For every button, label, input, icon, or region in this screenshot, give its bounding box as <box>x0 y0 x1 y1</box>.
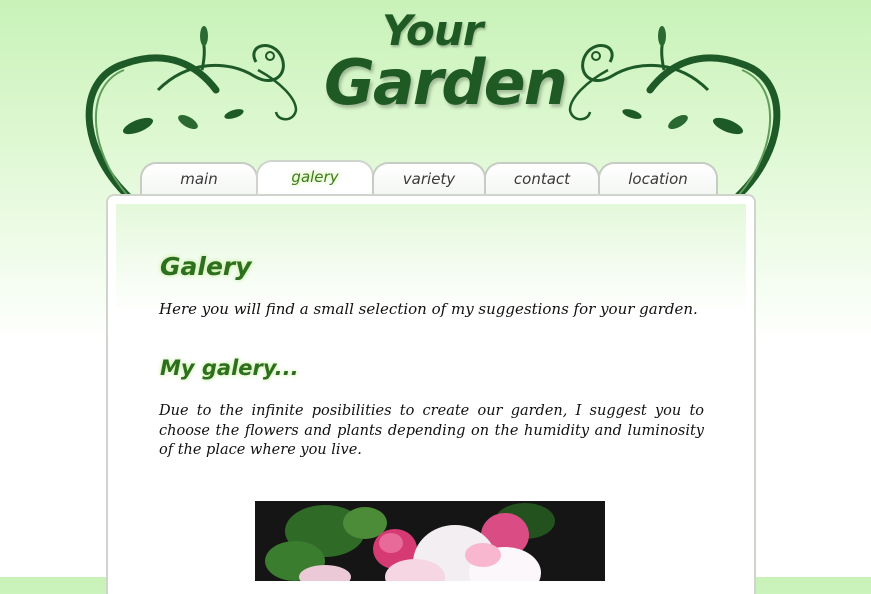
tab-main[interactable]: main <box>140 162 258 196</box>
tab-location[interactable]: location <box>598 162 718 196</box>
gallery-photo-apple-blossom[interactable] <box>255 501 605 581</box>
tab-variety[interactable]: variety <box>372 162 486 196</box>
logo-garden-text: Garden <box>324 46 568 119</box>
tab-contact[interactable]: contact <box>484 162 600 196</box>
main-navigation: main galery variety contact location <box>136 160 736 198</box>
flower-photo-image <box>255 501 605 581</box>
page-title: Galery <box>160 252 252 281</box>
tab-galery[interactable]: galery <box>256 160 374 198</box>
intro-text: Here you will find a small selection of … <box>159 300 698 318</box>
section-heading: My galery... <box>160 356 299 380</box>
content-panel: Galery Here you will find a small select… <box>106 194 756 594</box>
description-text: Due to the infinite posibilities to crea… <box>159 403 704 458</box>
